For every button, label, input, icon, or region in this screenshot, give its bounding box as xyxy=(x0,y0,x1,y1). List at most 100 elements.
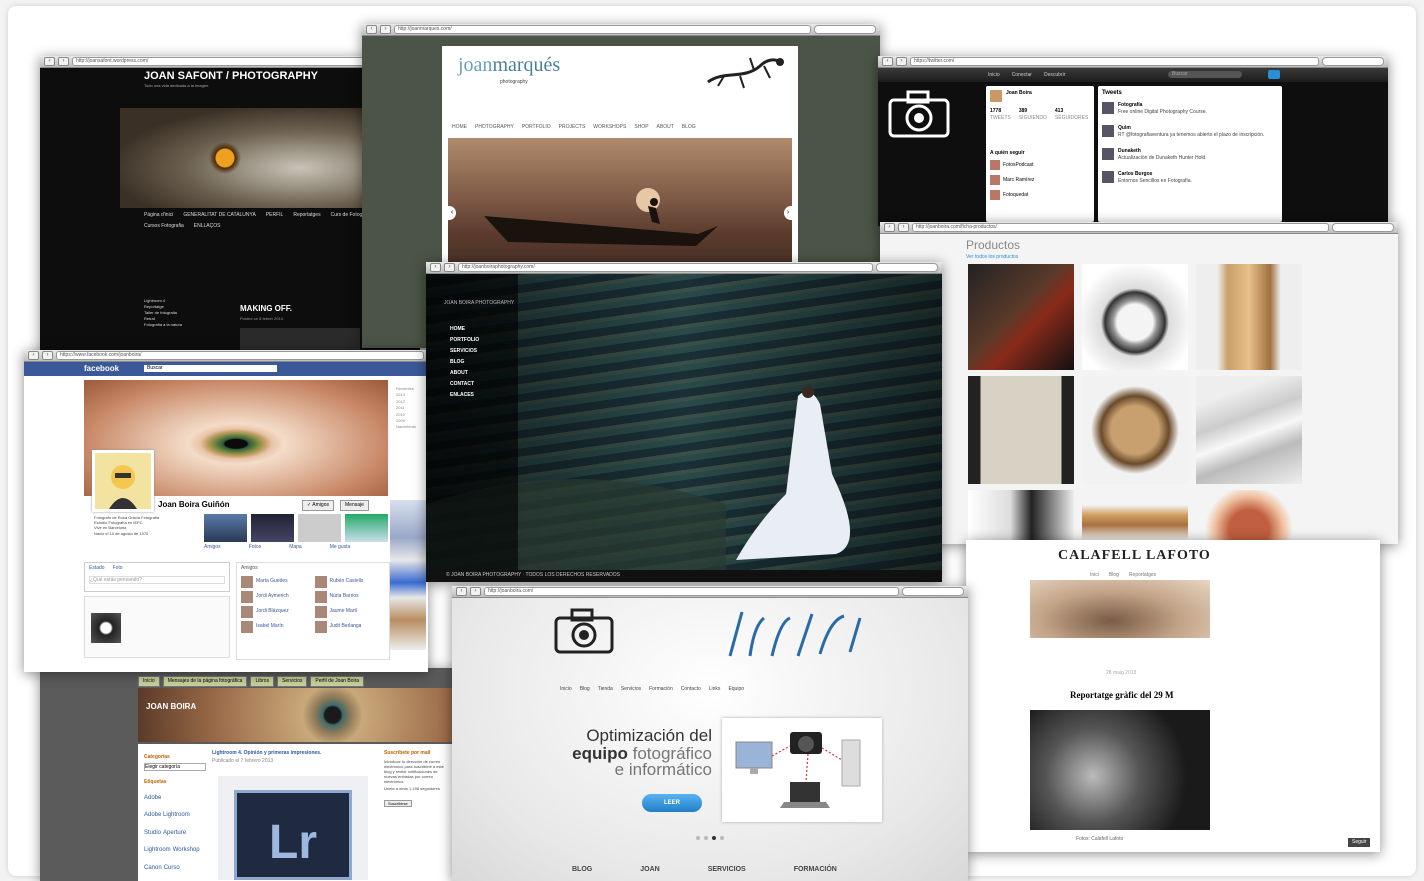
categories-select[interactable]: Elegir categoría xyxy=(144,762,206,771)
menu-item[interactable]: ENLACES xyxy=(450,390,479,401)
slider-next-button[interactable]: › xyxy=(784,206,792,220)
profile-name[interactable]: Joan Boira Guiñón xyxy=(158,500,230,509)
back-button[interactable]: ‹ xyxy=(884,223,895,232)
forward-button[interactable]: › xyxy=(444,263,455,272)
friend-item[interactable]: Marta Guedes xyxy=(241,575,312,588)
forward-button[interactable]: › xyxy=(470,587,481,596)
address-bar[interactable]: https://www.facebook.com/joanboira/ xyxy=(56,351,424,360)
profile-name[interactable]: Joan Boira xyxy=(1006,90,1032,97)
nav-item[interactable]: Blog xyxy=(580,686,590,693)
search-box[interactable] xyxy=(1322,57,1384,66)
section-link[interactable]: FORMACIÓN xyxy=(794,866,837,873)
nav-item[interactable]: BLOG xyxy=(682,124,696,131)
friend-item[interactable]: Jordi Aymerich xyxy=(241,590,312,603)
nav-item[interactable]: Inici xyxy=(1090,572,1099,579)
subscribe-button[interactable]: Suscribirse xyxy=(384,799,412,807)
suggestion-row[interactable]: Marc Ramírez xyxy=(990,175,1090,185)
forward-button[interactable]: › xyxy=(898,223,909,232)
back-button[interactable]: ‹ xyxy=(430,263,441,272)
profile-tab[interactable]: Fotos xyxy=(249,544,262,551)
menu-item[interactable]: ABOUT xyxy=(450,368,479,379)
sidebar-link[interactable]: Fotografia a la natura xyxy=(144,322,224,328)
post-title[interactable]: Reportatge gràfic del 29 M xyxy=(1070,690,1173,700)
tag-link[interactable]: Adobe xyxy=(144,795,161,802)
suggestion-row[interactable]: FotosPodcast xyxy=(990,160,1090,170)
nav-item[interactable]: Descubrir xyxy=(1044,72,1065,79)
tag-link[interactable]: Lightroom xyxy=(144,847,171,854)
menu-item[interactable]: GENERALITAT DE CATALUNYA xyxy=(183,212,256,219)
nav-item[interactable]: Inicio xyxy=(988,72,1000,79)
menu-item[interactable]: PERFIL xyxy=(266,212,284,219)
forward-button[interactable]: › xyxy=(58,57,69,66)
slider-dots[interactable] xyxy=(696,836,724,840)
menu-item[interactable]: BLOG xyxy=(450,357,479,368)
composer-input[interactable]: ¿Qué estás pensando? xyxy=(89,575,225,584)
section-link[interactable]: BLOG xyxy=(572,866,592,873)
nav-item[interactable]: Reportatges xyxy=(1129,572,1156,579)
stat[interactable]: 389 SIGUIENDO xyxy=(1019,108,1047,121)
search-box[interactable] xyxy=(814,25,876,34)
menu-item[interactable]: CONTACT xyxy=(450,379,479,390)
nav-item[interactable]: HOME xyxy=(452,124,467,131)
product-thumb[interactable] xyxy=(1196,264,1302,370)
tweet[interactable]: Fotografía Free online Digital Photograph… xyxy=(1102,102,1278,115)
tweet[interactable]: Quim RT @fotografiaventura ya tenemos abi… xyxy=(1102,125,1278,138)
search-box[interactable] xyxy=(876,263,938,272)
tag-link[interactable]: Adobe Lightroom xyxy=(144,812,190,819)
menu-item[interactable]: ENLLAÇOS xyxy=(194,223,221,230)
forward-button[interactable]: › xyxy=(896,57,907,66)
section-link[interactable]: JOAN xyxy=(640,866,659,873)
tab-item[interactable]: Inicio xyxy=(138,676,160,687)
follow-badge[interactable]: Seguir xyxy=(1348,838,1371,847)
tag-link[interactable]: Aperture xyxy=(163,830,186,837)
read-more-button[interactable]: LEER xyxy=(642,794,702,812)
composer-tab[interactable]: Estado xyxy=(89,565,105,572)
tab-item[interactable]: Servicios xyxy=(277,676,308,687)
back-button[interactable]: ‹ xyxy=(882,57,893,66)
nav-item[interactable]: Contacto xyxy=(681,686,701,693)
stat[interactable]: 413 SEGUIDORES xyxy=(1055,108,1088,121)
tweet[interactable]: Carlos Burgos Entornos Sencillos en Fotog… xyxy=(1102,171,1278,184)
nav-item[interactable]: Tienda xyxy=(598,686,613,693)
menu-item[interactable]: Reportatges xyxy=(293,212,320,219)
address-bar[interactable]: http://joanboiraphotography.com/ xyxy=(458,263,873,272)
address-bar[interactable]: https://twitter.com/ xyxy=(910,57,1319,66)
message-button[interactable]: Mensaje xyxy=(340,500,369,511)
nav-item[interactable]: Conectar xyxy=(1012,72,1032,79)
menu-item[interactable]: Cursos Fotografia xyxy=(144,223,184,230)
nav-item[interactable]: Servicios xyxy=(621,686,641,693)
tweet[interactable]: Dunaketh Actualización de Dunaketh Hunter… xyxy=(1102,148,1278,161)
friend-item[interactable]: Jaume Martí xyxy=(314,605,386,618)
product-thumb[interactable] xyxy=(968,490,1074,540)
facebook-search-input[interactable]: Buscar xyxy=(144,365,277,372)
compose-tweet-button[interactable] xyxy=(1268,70,1280,79)
address-bar[interactable]: http://joanboira.com/ficha-productos/ xyxy=(912,223,1329,232)
nav-item[interactable]: PORTFOLIO xyxy=(522,124,551,131)
menu-item[interactable]: SERVICIOS xyxy=(450,346,479,357)
product-thumb[interactable] xyxy=(1082,376,1188,484)
tag-link[interactable]: Canon xyxy=(144,865,162,872)
product-thumb[interactable] xyxy=(1196,490,1302,540)
suggestion-row[interactable]: Fotoquedat xyxy=(990,190,1090,200)
back-button[interactable]: ‹ xyxy=(366,25,377,34)
address-bar[interactable]: http://joanboira.com/ xyxy=(484,587,899,596)
section-link[interactable]: SERVICIOS xyxy=(708,866,746,873)
composer-tab[interactable]: Foto xyxy=(113,565,123,572)
friend-item[interactable]: Isabel Marín xyxy=(241,620,312,633)
forward-button[interactable]: › xyxy=(42,351,53,360)
product-thumb[interactable] xyxy=(968,264,1074,370)
stat[interactable]: 1778 TWEETS xyxy=(990,108,1011,121)
friend-item[interactable]: Rubén Castells xyxy=(314,575,386,588)
tab-item[interactable]: Perfil de Joan Boira xyxy=(310,676,365,687)
nav-item[interactable]: Equipo xyxy=(728,686,744,693)
facebook-logo[interactable]: facebook xyxy=(84,364,119,373)
nav-item[interactable]: Links xyxy=(709,686,721,693)
nav-item[interactable]: Formación xyxy=(649,686,673,693)
twitter-search-input[interactable]: Buscar xyxy=(1168,71,1242,78)
tag-link[interactable]: Curso xyxy=(164,865,180,872)
product-thumb[interactable] xyxy=(968,376,1074,484)
profile-tab[interactable]: Mapa xyxy=(289,544,302,551)
post-title[interactable]: Lightroom 4. Opinión y primeras impresio… xyxy=(212,750,321,757)
friend-item[interactable]: Núria Barrios xyxy=(314,590,386,603)
tab-item[interactable]: Libros xyxy=(250,676,275,687)
